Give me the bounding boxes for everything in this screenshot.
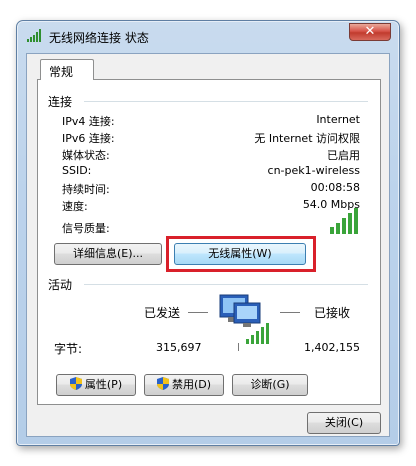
- wireless-signal-icon: [27, 29, 41, 42]
- network-computers-icon: [219, 294, 269, 351]
- ipv4-label: IPv4 连接:: [62, 115, 115, 128]
- media-state-label: 媒体状态:: [62, 149, 110, 162]
- received-line: [280, 312, 300, 313]
- duration-label: 持续时间:: [62, 183, 110, 196]
- sent-line: [188, 312, 208, 313]
- connection-divider: [84, 101, 368, 102]
- bytes-sent-value: 315,697: [156, 341, 202, 354]
- tab-general[interactable]: 常规: [40, 59, 94, 80]
- highlight-annotation: [166, 236, 316, 272]
- dialog-client: 常规 连接 IPv4 连接: Internet IPv6 连接: 无 Inter…: [26, 53, 390, 437]
- diagnose-button[interactable]: 诊断(G): [232, 374, 308, 396]
- ipv4-value: Internet: [316, 113, 360, 126]
- shield-icon: [69, 377, 82, 390]
- close-button[interactable]: 关闭(C): [307, 412, 381, 434]
- title-bar[interactable]: 无线网络连接 状态 ✕: [17, 21, 399, 49]
- disable-button-label: 禁用(D): [171, 378, 212, 391]
- signal-quality-label: 信号质量:: [62, 222, 110, 235]
- connection-heading: 连接: [48, 95, 73, 109]
- window-title: 无线网络连接 状态: [49, 31, 149, 45]
- shield-icon: [156, 377, 169, 390]
- ipv6-label: IPv6 连接:: [62, 132, 115, 145]
- duration-value: 00:08:58: [310, 181, 360, 194]
- bytes-received-value: 1,402,155: [304, 341, 360, 354]
- received-label: 已接收: [314, 306, 351, 320]
- status-window: 无线网络连接 状态 ✕ 常规 连接 IPv4 连接: Internet IPv6…: [16, 20, 400, 446]
- properties-button[interactable]: 属性(P): [56, 374, 136, 396]
- ssid-label: SSID:: [62, 164, 92, 177]
- disable-button[interactable]: 禁用(D): [144, 374, 224, 396]
- ssid-value: cn-pek1-wireless: [267, 164, 360, 177]
- bytes-label: 字节:: [54, 342, 83, 356]
- signal-bars-icon: [330, 208, 358, 234]
- activity-heading: 活动: [48, 278, 73, 292]
- ipv6-value: 无 Internet 访问权限: [254, 132, 360, 145]
- activity-divider: [84, 284, 368, 285]
- close-window-button[interactable]: ✕: [349, 23, 391, 41]
- sent-label: 已发送: [144, 306, 181, 320]
- media-state-value: 已启用: [327, 149, 360, 162]
- properties-button-label: 属性(P): [84, 378, 123, 391]
- speed-label: 速度:: [62, 200, 88, 213]
- general-panel: 连接 IPv4 连接: Internet IPv6 连接: 无 Internet…: [37, 79, 381, 405]
- details-button[interactable]: 详细信息(E)...: [54, 243, 162, 265]
